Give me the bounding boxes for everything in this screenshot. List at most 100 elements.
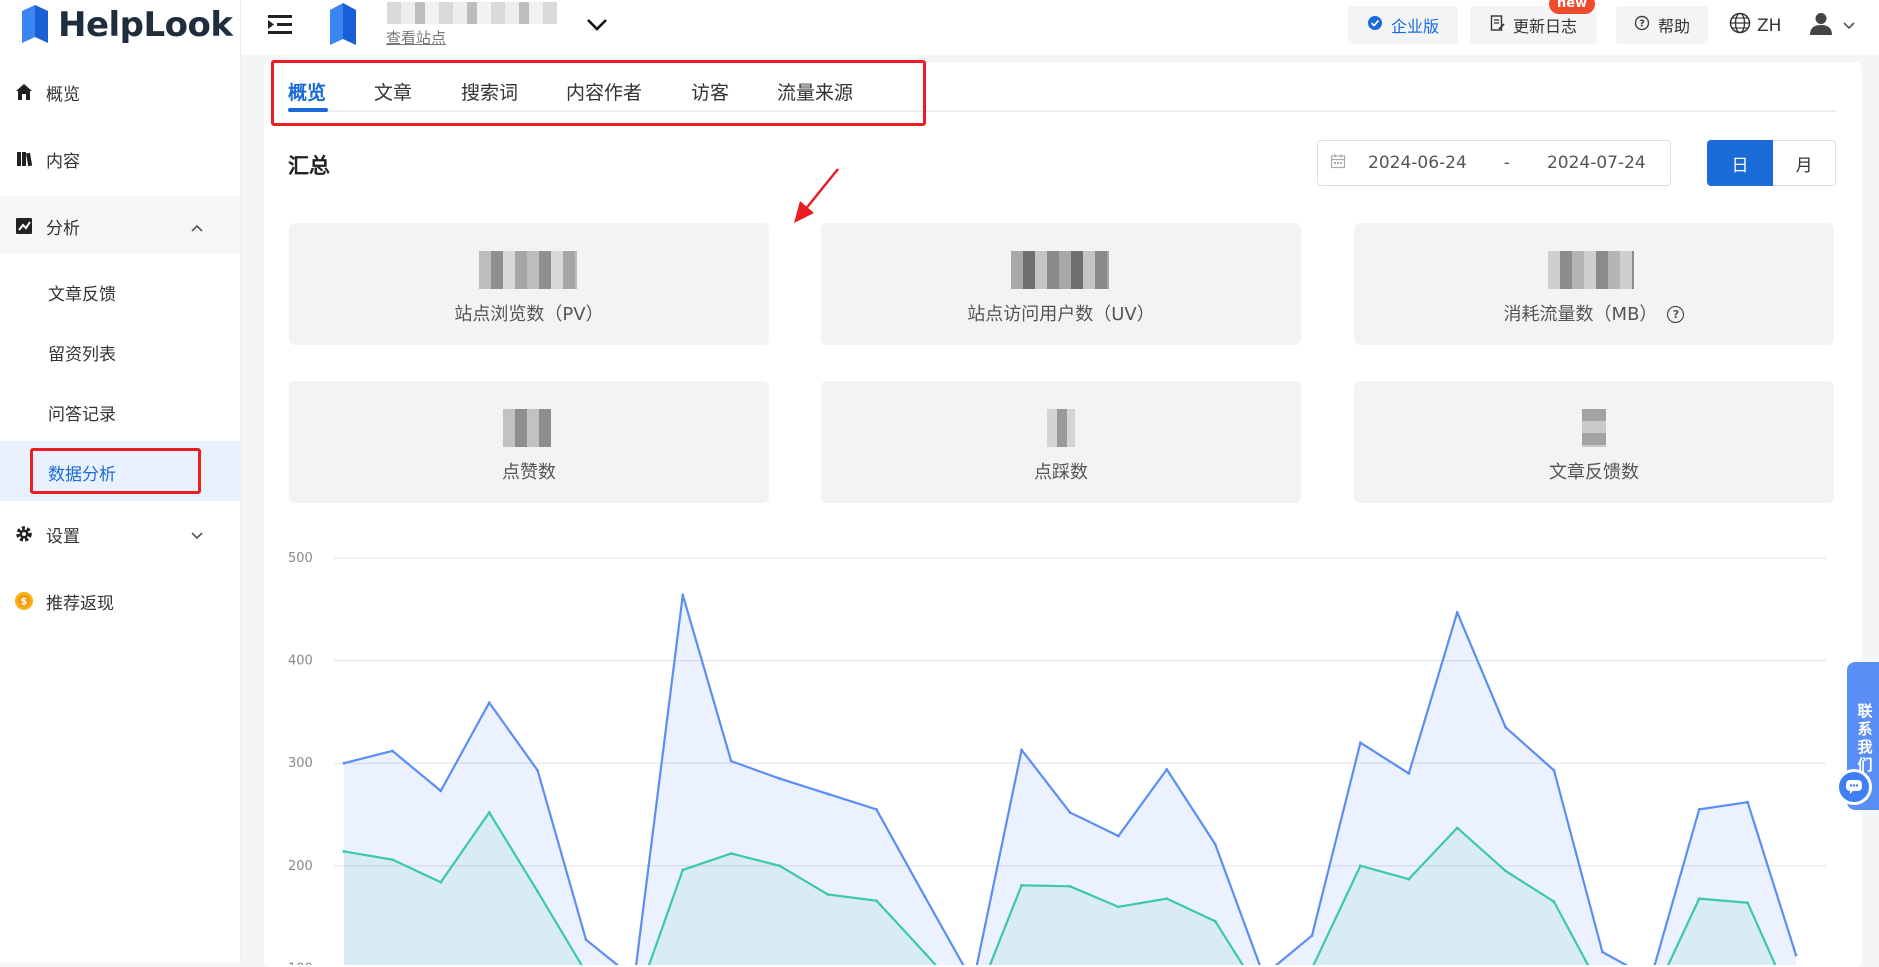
stat-value-blurred (479, 251, 577, 289)
site-switch-chevron-icon[interactable] (586, 17, 608, 36)
brand-logo[interactable]: HelpLook (18, 0, 233, 50)
svg-text:?: ? (1639, 19, 1645, 30)
data-point[interactable] (1455, 610, 1459, 614)
data-point[interactable] (923, 951, 927, 955)
calendar-icon (1330, 153, 1346, 174)
sidebar-subitem-qa-records[interactable]: 问答记录 (48, 400, 116, 425)
data-point[interactable] (875, 899, 878, 903)
data-point[interactable] (1407, 772, 1411, 775)
data-point[interactable] (487, 811, 491, 814)
sidebar-item-overview[interactable]: 概览 (0, 62, 240, 122)
question-circle-icon[interactable]: ? (1667, 306, 1685, 323)
data-point[interactable] (584, 938, 588, 942)
y-tick-label: 200 (288, 859, 313, 874)
sidebar: HelpLook 概览 内容 分析 文章反馈 留资列表 问答记录 数据分析 设置 (0, 0, 241, 963)
user-avatar-icon (1808, 10, 1834, 40)
stat-label: 站点浏览数（PV） (454, 304, 604, 325)
sidebar-subitem-lead-list[interactable]: 留资列表 (48, 340, 116, 365)
data-point[interactable] (391, 749, 394, 753)
data-point[interactable] (923, 895, 927, 898)
data-point[interactable] (1068, 811, 1072, 814)
data-point[interactable] (1504, 869, 1507, 873)
date-separator: - (1503, 153, 1510, 173)
document-edit-icon (1490, 15, 1505, 35)
data-point[interactable] (778, 864, 781, 868)
data-point[interactable] (391, 858, 394, 862)
data-point[interactable] (681, 593, 685, 597)
coin-icon: $ (14, 591, 34, 611)
view-site-link[interactable]: 查看站点 (386, 27, 446, 48)
data-point[interactable] (1746, 901, 1749, 905)
data-point[interactable] (1552, 768, 1556, 772)
stat-label: 站点访问用户数（UV） (967, 304, 1155, 325)
data-point[interactable] (875, 807, 878, 811)
data-point[interactable] (681, 868, 685, 872)
data-point[interactable] (1020, 883, 1023, 887)
data-point[interactable] (487, 701, 491, 705)
new-badge: new (1549, 0, 1596, 14)
verified-badge-icon (1367, 15, 1383, 35)
data-point[interactable] (778, 777, 781, 780)
data-point[interactable] (826, 893, 830, 896)
granularity-day-button[interactable]: 日 (1707, 140, 1773, 186)
chevron-down-icon (190, 526, 204, 546)
date-start-value[interactable]: 2024-06-24 (1368, 153, 1467, 173)
data-point[interactable] (1213, 919, 1217, 923)
menu-fold-icon[interactable] (268, 14, 294, 40)
data-point[interactable] (1697, 897, 1701, 901)
summary-title: 汇总 (288, 154, 330, 178)
data-point[interactable] (1213, 842, 1217, 846)
sidebar-item-referral[interactable]: $ 推荐返现 (0, 571, 240, 631)
stat-value-blurred (1548, 251, 1634, 289)
data-point[interactable] (439, 789, 443, 793)
language-switch[interactable]: ZH (1729, 12, 1781, 39)
sidebar-item-label: 内容 (46, 151, 80, 172)
data-point[interactable] (1117, 905, 1120, 909)
book-icon (14, 149, 34, 169)
date-end-value[interactable]: 2024-07-24 (1547, 153, 1646, 173)
sidebar-item-label: 推荐返现 (46, 593, 114, 614)
data-point[interactable] (1697, 807, 1701, 811)
data-point[interactable] (536, 890, 539, 893)
data-point[interactable] (1359, 864, 1362, 868)
annotation-arrow-icon (794, 168, 839, 223)
user-menu[interactable] (1808, 10, 1856, 40)
data-point[interactable] (1020, 748, 1023, 752)
data-point[interactable] (1165, 767, 1169, 771)
data-point[interactable] (1601, 950, 1604, 954)
data-point[interactable] (342, 850, 346, 853)
data-point[interactable] (536, 768, 539, 772)
data-point[interactable] (342, 761, 346, 765)
y-tick-label: 300 (288, 756, 313, 771)
data-point[interactable] (1794, 953, 1798, 957)
sidebar-item-analytics[interactable]: 分析 (0, 196, 240, 256)
data-point[interactable] (729, 759, 733, 763)
data-point[interactable] (1455, 826, 1459, 830)
date-range-picker[interactable]: 2024-06-24 - 2024-07-24 (1317, 140, 1671, 186)
chat-bubble-icon[interactable] (1836, 769, 1872, 805)
help-button[interactable]: ? 帮助 (1616, 6, 1708, 44)
data-point[interactable] (1746, 800, 1749, 804)
data-point[interactable] (1359, 741, 1362, 745)
sidebar-subitem-article-feedback[interactable]: 文章反馈 (48, 280, 116, 305)
enterprise-button[interactable]: 企业版 (1348, 6, 1458, 44)
stat-value-blurred (1047, 409, 1075, 447)
data-point[interactable] (826, 792, 830, 796)
sidebar-item-content[interactable]: 内容 (0, 129, 240, 189)
globe-icon (1729, 12, 1751, 39)
data-point[interactable] (439, 880, 443, 884)
data-point[interactable] (1552, 900, 1556, 904)
data-point[interactable] (1165, 897, 1169, 901)
changelog-label: 更新日志 (1512, 17, 1577, 36)
sidebar-item-settings[interactable]: 设置 (0, 504, 240, 564)
home-icon (14, 82, 34, 102)
data-point[interactable] (1310, 934, 1314, 937)
data-point[interactable] (1407, 877, 1411, 881)
data-point[interactable] (1504, 725, 1507, 729)
traffic-area-chart: 500 400 300 200 100 (288, 551, 1826, 965)
data-point[interactable] (729, 852, 733, 855)
data-point[interactable] (1117, 834, 1120, 838)
question-circle-icon: ? (1634, 15, 1650, 35)
granularity-month-button[interactable]: 月 (1773, 140, 1836, 186)
data-point[interactable] (1068, 884, 1072, 888)
